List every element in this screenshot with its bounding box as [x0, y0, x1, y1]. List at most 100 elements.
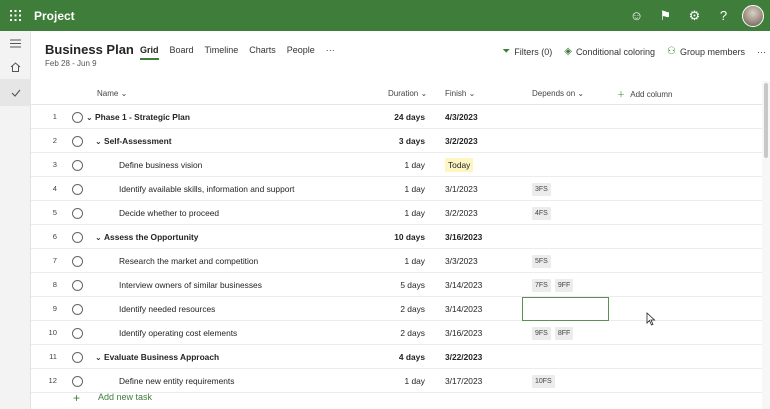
- finish-cell[interactable]: Today: [445, 153, 474, 177]
- flag-icon[interactable]: ⚑: [651, 0, 680, 31]
- row-number: 6: [52, 232, 57, 241]
- table-row[interactable]: 3 Define business vision 1 day Today: [31, 153, 762, 177]
- add-new-task-row[interactable]: + Add new task: [31, 386, 762, 409]
- selected-depends-on-cell[interactable]: [522, 297, 609, 321]
- dependency-chip[interactable]: 4FS: [532, 207, 551, 220]
- task-name-cell[interactable]: ⌄ Phase 1 - Strategic Plan: [86, 105, 190, 129]
- vertical-scrollbar[interactable]: [762, 81, 770, 409]
- complete-task-checkbox[interactable]: [72, 304, 83, 315]
- dependency-chip[interactable]: 9FS: [532, 327, 551, 340]
- people-icon: ⚇: [667, 46, 676, 57]
- task-name-cell[interactable]: Define business vision: [119, 153, 202, 177]
- complete-task-checkbox[interactable]: [72, 328, 83, 339]
- collapse-chevron-icon[interactable]: ⌄: [95, 226, 104, 250]
- table-row[interactable]: 2 ⌄ Self-Assessment 3 days 3/2/2023: [31, 129, 762, 153]
- complete-task-checkbox[interactable]: [72, 160, 83, 171]
- task-name: Identify operating cost elements: [119, 328, 238, 338]
- tab-board[interactable]: Board: [170, 45, 194, 60]
- table-row[interactable]: 6 ⌄ Assess the Opportunity 10 days 3/16/2023: [31, 225, 762, 249]
- dependency-chip[interactable]: 7FS: [532, 279, 551, 292]
- plus-icon: +: [73, 391, 81, 405]
- task-name-cell[interactable]: Research the market and competition: [119, 249, 258, 273]
- tab-grid[interactable]: Grid: [140, 45, 159, 60]
- duration-cell[interactable]: 3 days: [361, 129, 425, 153]
- task-name-cell[interactable]: Decide whether to proceed: [119, 201, 219, 225]
- emoji-feedback-icon[interactable]: ☺: [622, 0, 651, 31]
- complete-task-checkbox[interactable]: [72, 184, 83, 195]
- more-tabs-button[interactable]: ···: [326, 45, 335, 60]
- task-name-cell[interactable]: Identify operating cost elements: [119, 321, 237, 345]
- finish-cell[interactable]: 3/2/2023: [445, 201, 478, 225]
- tab-people[interactable]: People: [287, 45, 315, 60]
- task-name-cell[interactable]: Identify available skills, information a…: [119, 177, 295, 201]
- table-row[interactable]: 11 ⌄ Evaluate Business Approach 4 days 3/22/…: [31, 345, 762, 369]
- collapse-chevron-icon[interactable]: ⌄: [86, 106, 95, 130]
- task-name-cell[interactable]: ⌄ Evaluate Business Approach: [95, 345, 219, 369]
- task-name-cell[interactable]: ⌄ Self-Assessment: [95, 129, 172, 153]
- column-header-duration[interactable]: Duration ⌄: [388, 89, 427, 98]
- hamburger-menu-icon[interactable]: [0, 31, 31, 55]
- avatar[interactable]: [742, 4, 764, 27]
- table-row[interactable]: 8 Interview owners of similar businesses 5…: [31, 273, 762, 297]
- table-row[interactable]: 7 Research the market and competition 1 da…: [31, 249, 762, 273]
- duration-cell[interactable]: 10 days: [361, 225, 425, 249]
- duration-cell[interactable]: 1 day: [361, 177, 426, 201]
- dependency-chip[interactable]: 9FF: [554, 279, 574, 292]
- complete-task-checkbox[interactable]: [72, 256, 83, 267]
- app-title[interactable]: Project: [34, 9, 75, 23]
- more-options-button[interactable]: ···: [757, 47, 766, 57]
- table-row[interactable]: 1 ⌄ Phase 1 - Strategic Plan 24 days 4/3/202…: [31, 105, 762, 129]
- home-icon[interactable]: [0, 55, 31, 79]
- complete-task-checkbox[interactable]: [72, 136, 83, 147]
- group-members-button[interactable]: ⚇ Group members: [667, 46, 745, 57]
- column-header-depends-on[interactable]: Depends on ⌄: [532, 89, 584, 98]
- duration-cell[interactable]: 5 days: [361, 273, 425, 297]
- complete-task-checkbox[interactable]: [72, 232, 83, 243]
- dependency-chip[interactable]: 3FS: [532, 183, 551, 196]
- finish-cell[interactable]: 3/3/2023: [445, 249, 478, 273]
- collapse-chevron-icon[interactable]: ⌄: [95, 346, 104, 370]
- add-column-button[interactable]: ＋ Add column: [617, 89, 672, 100]
- finish-cell[interactable]: 3/14/2023: [445, 273, 482, 297]
- collapse-chevron-icon[interactable]: ⌄: [95, 130, 104, 154]
- finish-cell[interactable]: 3/1/2023: [445, 177, 478, 201]
- table-row[interactable]: 5 Decide whether to proceed 1 day 3/2/2023 4…: [31, 201, 762, 225]
- finish-cell[interactable]: 3/22/2023: [445, 345, 482, 369]
- duration-cell[interactable]: 1 day: [361, 201, 426, 225]
- finish-cell[interactable]: 3/16/2023: [445, 321, 482, 345]
- checkmark-icon[interactable]: [0, 79, 31, 106]
- task-name-cell[interactable]: ⌄ Assess the Opportunity: [95, 225, 198, 249]
- column-header-finish[interactable]: Finish ⌄: [445, 89, 475, 98]
- duration-cell[interactable]: 4 days: [361, 345, 425, 369]
- tab-charts[interactable]: Charts: [249, 45, 276, 60]
- duration-cell[interactable]: 2 days: [361, 297, 425, 321]
- table-row[interactable]: 4 Identify available skills, information …: [31, 177, 762, 201]
- finish-cell[interactable]: 3/16/2023: [445, 225, 482, 249]
- duration-cell[interactable]: 1 day: [361, 153, 426, 177]
- complete-task-checkbox[interactable]: [72, 352, 83, 363]
- task-name-cell[interactable]: Identify needed resources: [119, 297, 215, 321]
- conditional-coloring-button[interactable]: ◈ Conditional coloring: [564, 46, 655, 57]
- finish-cell[interactable]: 3/2/2023: [445, 129, 478, 153]
- duration-cell[interactable]: 1 day: [361, 249, 426, 273]
- finish-cell[interactable]: 4/3/2023: [445, 105, 478, 129]
- app-launcher-button[interactable]: [0, 0, 30, 31]
- page-title: Business Plan: [45, 42, 134, 57]
- finish-cell[interactable]: 3/14/2023: [445, 297, 482, 321]
- duration-cell[interactable]: 2 days: [361, 321, 425, 345]
- complete-task-checkbox[interactable]: [72, 112, 83, 123]
- complete-task-checkbox[interactable]: [72, 208, 83, 219]
- row-number: 4: [52, 184, 57, 193]
- complete-task-checkbox[interactable]: [72, 280, 83, 291]
- dependency-chip[interactable]: 8FF: [554, 327, 574, 340]
- row-number: 8: [52, 280, 57, 289]
- help-icon[interactable]: ?: [709, 0, 738, 31]
- dependency-chip[interactable]: 5FS: [532, 255, 551, 268]
- duration-cell[interactable]: 24 days: [361, 105, 425, 129]
- column-header-name[interactable]: Name ⌄: [97, 89, 127, 98]
- tab-timeline[interactable]: Timeline: [205, 45, 239, 60]
- scrollbar-thumb[interactable]: [764, 83, 768, 158]
- gear-icon[interactable]: ⚙: [680, 0, 709, 31]
- filters-button[interactable]: ⏷ Filters (0): [502, 46, 552, 57]
- task-name-cell[interactable]: Interview owners of similar businesses: [119, 273, 262, 297]
